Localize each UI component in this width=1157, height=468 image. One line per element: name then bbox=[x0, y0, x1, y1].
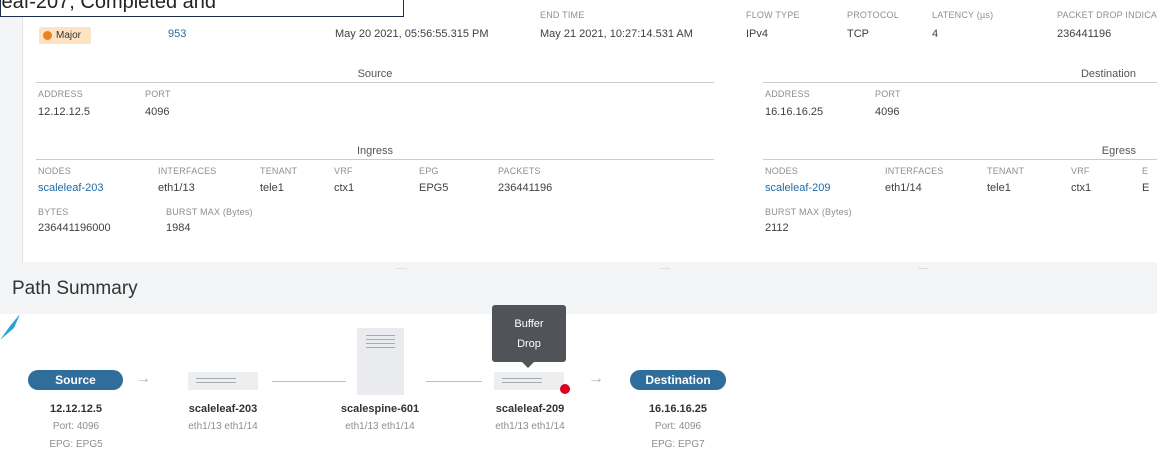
ingress-bytes-value: 236441196000 bbox=[38, 222, 111, 234]
connector-line bbox=[272, 381, 346, 382]
ingress-interfaces-label: INTERFACES bbox=[158, 166, 217, 176]
corner-accent bbox=[0, 314, 20, 340]
hop-name: scalespine-601 bbox=[340, 403, 420, 415]
path-summary-panel bbox=[0, 314, 1157, 468]
destination-section-title: Destination bbox=[1080, 68, 1136, 80]
ingress-epg-label: EPG bbox=[419, 166, 439, 176]
latency-header: LATENCY (µs) bbox=[932, 10, 994, 20]
path-summary-title: Path Summary bbox=[12, 278, 138, 299]
hop-name: scaleleaf-203 bbox=[188, 403, 258, 415]
egress-epg-value: E bbox=[1142, 182, 1150, 194]
arrow-right-icon: → bbox=[135, 370, 151, 387]
source-epg: EPG: EPG5 bbox=[49, 439, 103, 450]
egress-epg-label: E bbox=[1142, 166, 1149, 176]
egress-nodes-label: NODES bbox=[765, 166, 799, 176]
source-address-label: ADDRESS bbox=[38, 89, 83, 99]
ingress-bytes-label: BYTES bbox=[38, 207, 69, 217]
ingress-packets-label: PACKETS bbox=[498, 166, 541, 176]
ingress-burst-value: 1984 bbox=[166, 222, 191, 234]
ingress-packets-value: 236441196 bbox=[498, 182, 553, 194]
tooltip-line2: Drop bbox=[517, 338, 541, 350]
egress-tenant-label: TENANT bbox=[987, 166, 1025, 176]
destination-address-value: 16.16.16.25 bbox=[765, 106, 824, 118]
egress-tenant-value: tele1 bbox=[987, 182, 1011, 194]
destination-divider bbox=[763, 82, 1157, 83]
drop-indicator-icon bbox=[560, 384, 570, 394]
egress-node-link[interactable]: scaleleaf-209 bbox=[765, 182, 830, 194]
destination-port: Port: 4096 bbox=[654, 421, 702, 432]
page-title: leaf-207, Completed and bbox=[0, 0, 217, 13]
tooltip-line1: Buffer bbox=[514, 318, 544, 330]
flow-type-value: IPv4 bbox=[746, 28, 769, 40]
hop-name: scaleleaf-209 bbox=[495, 403, 565, 415]
hop-interfaces: eth1/13 eth1/14 bbox=[188, 421, 258, 432]
divider-mark bbox=[660, 268, 670, 269]
ingress-section-title: Ingress bbox=[356, 145, 394, 157]
packet-drop-value: 236441196 bbox=[1057, 28, 1112, 40]
egress-interfaces-label: INTERFACES bbox=[885, 166, 944, 176]
ingress-node-link[interactable]: scaleleaf-203 bbox=[38, 182, 103, 194]
divider-mark bbox=[918, 268, 928, 269]
start-time-value: May 20 2021, 05:56:55.315 PM bbox=[335, 28, 489, 40]
severity-label: Major bbox=[56, 30, 82, 41]
destination-address-label: ADDRESS bbox=[765, 89, 810, 99]
source-section-title: Source bbox=[357, 68, 393, 80]
source-divider bbox=[36, 82, 714, 83]
source-port-label: PORT bbox=[145, 89, 171, 99]
buffer-drop-tooltip: Buffer Drop bbox=[492, 305, 566, 368]
hop-interfaces: eth1/13 eth1/14 bbox=[345, 421, 415, 432]
destination-pill[interactable]: Destination bbox=[630, 370, 726, 390]
destination-ip: 16.16.16.25 bbox=[648, 403, 708, 415]
packet-drop-header: PACKET DROP INDICAT bbox=[1057, 10, 1157, 20]
destination-port-label: PORT bbox=[875, 89, 901, 99]
leaf-switch-icon[interactable] bbox=[188, 372, 258, 390]
ingress-interfaces-value: eth1/13 bbox=[158, 182, 195, 194]
hop-interfaces: eth1/13 eth1/14 bbox=[495, 421, 565, 432]
arrow-right-icon: → bbox=[588, 370, 604, 387]
protocol-value: TCP bbox=[847, 28, 869, 40]
ingress-divider bbox=[36, 159, 714, 160]
ingress-burst-label: BURST MAX (Bytes) bbox=[166, 207, 253, 217]
protocol-header: PROTOCOL bbox=[847, 10, 899, 20]
egress-burst-value: 2112 bbox=[765, 222, 789, 234]
source-port: Port: 4096 bbox=[52, 421, 100, 432]
source-ip: 12.12.12.5 bbox=[50, 403, 102, 415]
egress-section-title: Egress bbox=[1101, 145, 1136, 157]
ingress-vrf-value: ctx1 bbox=[334, 182, 355, 194]
leaf-switch-icon[interactable] bbox=[494, 372, 564, 390]
ingress-vrf-label: VRF bbox=[334, 166, 353, 176]
egress-vrf-label: VRF bbox=[1071, 166, 1090, 176]
ingress-epg-value: EPG5 bbox=[419, 182, 449, 194]
flow-details-card: END TIME FLOW TYPE PROTOCOL LATENCY (µs)… bbox=[22, 0, 1157, 262]
egress-burst-label: BURST MAX (Bytes) bbox=[765, 207, 852, 217]
severity-badge: Major bbox=[39, 27, 91, 44]
divider-mark bbox=[397, 268, 407, 269]
source-address-value: 12.12.12.5 bbox=[38, 106, 90, 118]
destination-port-value: 4096 bbox=[875, 106, 900, 118]
source-pill[interactable]: Source bbox=[28, 370, 123, 390]
egress-vrf-value: ctx1 bbox=[1071, 182, 1092, 194]
connector-line bbox=[426, 381, 482, 382]
egress-interfaces-value: eth1/14 bbox=[885, 182, 922, 194]
flow-type-header: FLOW TYPE bbox=[746, 10, 800, 20]
event-count-link[interactable]: 953 bbox=[168, 28, 186, 40]
egress-divider bbox=[763, 159, 1157, 160]
ingress-tenant-label: TENANT bbox=[260, 166, 298, 176]
title-overlay: leaf-207, Completed and bbox=[0, 0, 404, 17]
ingress-tenant-value: tele1 bbox=[260, 182, 284, 194]
latency-value: 4 bbox=[932, 28, 939, 40]
end-time-header: END TIME bbox=[540, 10, 585, 20]
destination-epg: EPG: EPG7 bbox=[651, 439, 705, 450]
end-time-value: May 21 2021, 10:27:14.531 AM bbox=[540, 28, 693, 40]
ingress-nodes-label: NODES bbox=[38, 166, 72, 176]
major-severity-icon bbox=[43, 31, 52, 40]
spine-switch-icon[interactable] bbox=[357, 328, 404, 395]
source-port-value: 4096 bbox=[145, 106, 170, 118]
